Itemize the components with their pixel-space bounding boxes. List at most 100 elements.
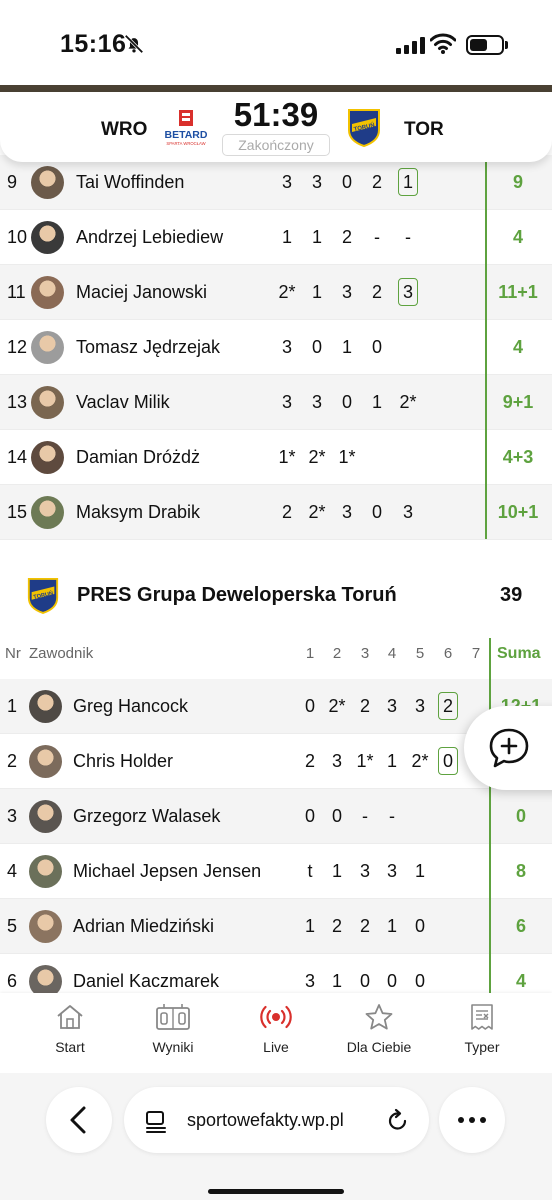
header-accent-line <box>0 85 552 92</box>
header-heat-3: 3 <box>360 645 370 662</box>
header-sum: Suma <box>497 645 541 662</box>
heat-score: 3 <box>341 502 352 522</box>
heat-score: 3 <box>359 861 370 881</box>
nav-label-wyniki: Wyniki <box>152 1039 194 1055</box>
table-row[interactable]: 14 Damian Dróżdż 1* 2* 1* 4+3 <box>0 430 552 485</box>
table-row[interactable]: 4 Michael Jepsen Jensen t 1 3 3 1 8 <box>0 844 552 899</box>
heat-score: 3 <box>402 502 413 522</box>
heat-score: 2 <box>341 227 352 247</box>
home-icon <box>57 1005 83 1029</box>
header-heat-4: 4 <box>387 645 397 662</box>
rider-name[interactable]: Maksym Drabik <box>76 485 200 540</box>
status-time: 15:16 <box>60 30 127 58</box>
heat-score: 0 <box>304 696 315 716</box>
rider-name[interactable]: Damian Dróżdż <box>76 430 200 485</box>
nav-dla-ciebie[interactable]: Dla Ciebie <box>334 1003 424 1055</box>
rider-name[interactable]: Tomasz Jędrzejak <box>76 320 220 375</box>
heat-score: 1 <box>311 227 322 247</box>
more-dots-icon <box>458 1117 486 1123</box>
rider-number: 12 <box>7 337 28 357</box>
table-row[interactable]: 5 Adrian Miedziński 1 2 2 1 0 6 <box>0 899 552 954</box>
home-team-abbr: WRO <box>101 119 148 140</box>
home-indicator <box>208 1189 344 1194</box>
rider-name[interactable]: Michael Jepsen Jensen <box>73 844 261 899</box>
page-menu-icon <box>146 1111 166 1133</box>
signal-icon <box>396 36 425 54</box>
scoreboard-icon <box>156 1004 190 1030</box>
avatar <box>31 441 64 474</box>
heat-score: 3 <box>414 696 425 716</box>
heat-score: - <box>362 806 368 826</box>
home-team-table: 9 Tai Woffinden 3 3 0 2 1 9 10 Andrzej Lebiediew 1… <box>0 155 552 540</box>
avatar <box>31 331 64 364</box>
torun-club-logo: TORUŃ <box>27 578 59 614</box>
avatar <box>31 496 64 529</box>
rider-number: 15 <box>7 502 28 522</box>
rider-number: 11 <box>7 282 26 302</box>
away-team-total: 39 <box>500 584 523 606</box>
rider-name[interactable]: Andrzej Lebiediew <box>76 210 223 265</box>
wifi-icon <box>430 33 456 54</box>
address-bar[interactable]: sportowefakty.wp.pl <box>124 1087 429 1153</box>
header-heat-1: 1 <box>305 645 315 662</box>
heat-score: 2* <box>308 502 326 522</box>
table-row[interactable]: 3 Grzegorz Walasek 0 0- -0 <box>0 789 552 844</box>
match-status-badge: Zakończony <box>222 134 330 156</box>
reload-icon[interactable] <box>386 1108 410 1132</box>
add-comment-button[interactable] <box>464 706 552 790</box>
table-row[interactable]: 12 Tomasz Jędrzejak 3 0 1 0 4 <box>0 320 552 375</box>
header-heat-7: 7 <box>471 645 481 662</box>
heat-score: 2* <box>328 696 346 716</box>
back-button[interactable] <box>46 1087 112 1153</box>
more-options-button[interactable] <box>439 1087 505 1153</box>
rider-name[interactable]: Vaclav Milik <box>76 375 170 430</box>
heat-score: 1 <box>414 861 425 881</box>
rider-name[interactable]: Grzegorz Walasek <box>73 789 220 844</box>
betard-sparta-logo: BETARD SPARTA WROCŁAW <box>165 110 208 146</box>
table-row[interactable]: 15 Maksym Drabik 2 2* 3 0 3 10+1 <box>0 485 552 540</box>
heat-score: 1 <box>341 337 352 357</box>
rider-name[interactable]: Adrian Miedziński <box>73 899 214 954</box>
rider-name[interactable]: Greg Hancock <box>73 679 188 734</box>
nav-live[interactable]: Live <box>231 1003 321 1055</box>
heat-score: 2 <box>359 916 370 936</box>
match-score-header[interactable]: WRO BETARD SPARTA WROCŁAW 51:39 Zakończo… <box>0 92 552 162</box>
rider-number: 13 <box>7 392 28 412</box>
heat-score: 0 <box>433 734 463 789</box>
heat-score: 1 <box>281 227 292 247</box>
header-heat-2: 2 <box>332 645 342 662</box>
heat-score: 0 <box>371 337 382 357</box>
table-row[interactable]: 9 Tai Woffinden 3 3 0 2 1 9 <box>0 155 552 210</box>
rider-name[interactable]: Chris Holder <box>73 734 173 789</box>
heat-score: 3 <box>281 172 292 192</box>
heat-score: 0 <box>331 806 342 826</box>
torun-club-logo: TORUŃ <box>348 109 380 148</box>
table-row[interactable]: 13 Vaclav Milik 3 3 0 1 2* 9+1 <box>0 375 552 430</box>
away-team-name: PRES Grupa Deweloperska Toruń <box>77 584 397 606</box>
heat-score: 3 <box>311 172 322 192</box>
heat-score: - <box>389 806 395 826</box>
rider-sum: 4 <box>512 227 523 247</box>
rider-name[interactable]: Tai Woffinden <box>76 155 184 210</box>
heat-score: - <box>374 227 380 247</box>
bottom-navigation: Start Wyniki Live Dla Ciebie Typer <box>0 993 552 1073</box>
rider-number: 3 <box>7 806 18 826</box>
rider-sum: 11+1 <box>498 282 538 302</box>
rider-name[interactable]: Maciej Janowski <box>76 265 207 320</box>
star-icon <box>365 1004 393 1030</box>
bell-off-icon <box>124 34 144 54</box>
nav-wyniki[interactable]: Wyniki <box>128 1003 218 1055</box>
away-team-section: TORUŃ PRES Grupa Deweloperska Toruń 39 <box>0 540 552 638</box>
rider-number: 2 <box>7 751 18 771</box>
header-heat-6: 6 <box>443 645 453 662</box>
table-row[interactable]: 11 Maciej Janowski 2* 1 3 2 3 11+1 <box>0 265 552 320</box>
nav-typer[interactable]: Typer <box>437 1003 527 1055</box>
browser-toolbar: sportowefakty.wp.pl <box>0 1073 552 1200</box>
avatar <box>29 690 62 723</box>
nav-start[interactable]: Start <box>25 1003 115 1055</box>
nav-label-start: Start <box>55 1039 85 1055</box>
rider-sum: 4+3 <box>502 447 534 467</box>
table-row[interactable]: 10 Andrzej Lebiediew 1 1 2- -4 <box>0 210 552 265</box>
heat-score: 1 <box>304 916 315 936</box>
match-score: 51:39 <box>233 96 319 133</box>
